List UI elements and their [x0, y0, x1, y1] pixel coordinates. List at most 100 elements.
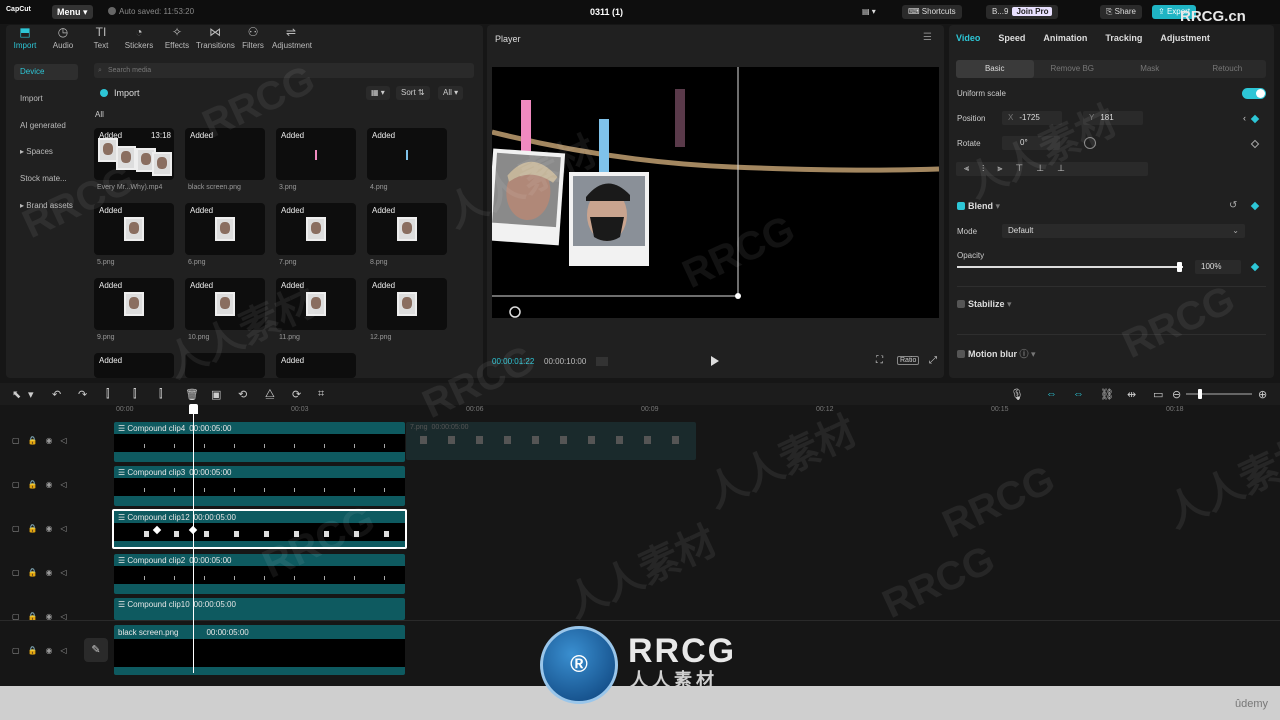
subtab-mask[interactable]: Mask [1111, 60, 1189, 78]
tab-effects[interactable]: ✧ Effects [158, 26, 196, 54]
track-select-icon[interactable]: ▢ [12, 524, 28, 533]
magnet-icon[interactable]: ⇔ [1046, 388, 1057, 400]
opacity-slider-track[interactable] [957, 266, 1183, 268]
player-menu-icon[interactable]: ☰ [923, 32, 932, 43]
zoom-slider[interactable] [1186, 393, 1252, 395]
lock-icon[interactable]: 🔒 [28, 524, 46, 533]
tab-filters[interactable]: ⚇ Filters [234, 26, 272, 54]
sidenav-item[interactable]: ▸ Brand assets [14, 198, 78, 214]
zoom-slider-knob[interactable] [1198, 389, 1202, 399]
filter-all-button[interactable]: All ▾ [438, 86, 464, 100]
link-icon[interactable]: ⇔ [1073, 388, 1084, 400]
sort-button[interactable]: Sort ⇅ [396, 86, 430, 100]
microphone-icon[interactable]: 🎙 [1010, 388, 1024, 401]
tab-audio[interactable]: ◷ Audio [44, 26, 82, 54]
zoom-out-icon[interactable]: ⊖ [1172, 388, 1181, 401]
audio-icon[interactable]: ◁ [61, 436, 75, 445]
motion-blur-section[interactable]: Motion blur ⓘ ▾ [957, 347, 1036, 360]
split-view-icon[interactable]: ⇹ [1127, 388, 1136, 401]
search-media-input[interactable]: ⌕ Search media [94, 63, 474, 78]
media-item[interactable] [185, 353, 265, 378]
tab-transitions[interactable]: ⋈ Transitions [196, 26, 235, 54]
menu-button[interactable]: Menu ▾ [52, 5, 93, 19]
media-item[interactable]: Added [185, 203, 265, 255]
stabilize-checkbox[interactable] [957, 300, 965, 308]
preview-canvas[interactable] [492, 67, 939, 318]
zoom-in-icon[interactable]: ⊕ [1258, 388, 1267, 401]
playhead-handle[interactable] [189, 404, 198, 414]
lock-icon[interactable]: 🔒 [28, 480, 46, 489]
tab-text[interactable]: TI Text [82, 26, 120, 54]
media-item[interactable]: Added 13:18 [94, 128, 174, 180]
inspector-tab-adjustment[interactable]: Adjustment [1160, 33, 1210, 43]
eye-icon[interactable]: ◉ [46, 568, 61, 577]
eye-icon[interactable]: ◉ [46, 524, 61, 533]
ratio-button[interactable]: Ratio [897, 356, 920, 365]
split-left-icon[interactable]: ⫿ [133, 388, 137, 401]
play-icon[interactable] [711, 356, 719, 366]
delete-icon[interactable]: 🗑 [185, 388, 199, 401]
sidenav-item[interactable]: AI generated [14, 118, 78, 134]
subtab-remove-bg[interactable]: Remove BG [1034, 60, 1112, 78]
track-controls[interactable]: ▢🔒◉◁ [12, 480, 75, 489]
split-right-icon[interactable]: ⫿ [159, 388, 163, 401]
sidenav-item[interactable]: Device [14, 64, 78, 80]
audio-icon[interactable]: ◁ [61, 646, 75, 655]
caption-icon[interactable]: ▭ [1153, 388, 1163, 401]
compound-clip[interactable]: ☰ Compound clip3 00:00:05:00 [114, 466, 405, 506]
uniform-scale-toggle[interactable] [1242, 88, 1266, 99]
reset-icon[interactable]: ↺ [1229, 200, 1237, 211]
blend-mode-select[interactable]: Default ⌄ [1002, 224, 1245, 238]
edit-cover-icon[interactable]: ✎ [84, 638, 108, 662]
split-icon[interactable]: ⫿ [106, 388, 110, 401]
compound-clip[interactable]: ☰ Compound clip2 00:00:05:00 [114, 554, 405, 594]
align-buttons[interactable]: ⫷⫶⫸⊤⊥⊥ [956, 162, 1148, 176]
join-pro-button[interactable]: Join Pro [1012, 7, 1053, 16]
position-x-field[interactable]: X -1725 [1002, 111, 1062, 125]
track-select-icon[interactable]: ▢ [12, 480, 28, 489]
inspector-tab-video[interactable]: Video [956, 33, 980, 43]
share-button[interactable]: ⎘ Share [1100, 5, 1142, 19]
main-track-clip[interactable]: black screen.png 00:00:05:00 [114, 625, 405, 675]
inspector-tab-speed[interactable]: Speed [998, 33, 1025, 43]
transform-handle[interactable] [735, 293, 741, 299]
shortcuts-button[interactable]: ⌨ Shortcuts [902, 5, 962, 19]
playhead[interactable] [193, 405, 194, 673]
prev-keyframe-icon[interactable]: ‹ [1243, 113, 1246, 123]
align-icons[interactable]: ⫷⫶⫸⊤⊥⊥ [964, 163, 1078, 174]
position-y-field[interactable]: Y 181 [1083, 111, 1143, 125]
media-item[interactable]: Added [185, 278, 265, 330]
eye-icon[interactable]: ◉ [46, 480, 61, 489]
rotate-dial-icon[interactable] [1084, 137, 1096, 149]
chevron-down-icon[interactable]: ▾ [28, 388, 34, 401]
account-button[interactable]: B...9 Join Pro [986, 5, 1059, 19]
eye-icon[interactable]: ◉ [46, 436, 61, 445]
audio-icon[interactable]: ◁ [61, 524, 75, 533]
blend-section[interactable]: Blend ▾ [957, 201, 1000, 212]
opacity-slider-knob[interactable] [1177, 262, 1182, 272]
lock-icon[interactable]: 🔒 [28, 646, 46, 655]
track-select-icon[interactable]: ▢ [12, 436, 28, 445]
opacity-field[interactable]: 100% [1195, 260, 1241, 274]
undo-icon[interactable]: ↶ [52, 388, 61, 401]
lock-icon[interactable]: 🔒 [28, 568, 46, 577]
fullscreen-icon[interactable]: ⤢ [929, 355, 937, 366]
media-item[interactable]: Added [94, 278, 174, 330]
media-item[interactable]: Added [185, 128, 265, 180]
media-item[interactable]: Added [94, 353, 174, 378]
crop-icon[interactable]: ⌗ [318, 388, 324, 401]
lock-icon[interactable]: 🔒 [28, 436, 46, 445]
audio-icon[interactable]: ◁ [61, 480, 75, 489]
inspector-tab-animation[interactable]: Animation [1043, 33, 1087, 43]
mirror-icon[interactable]: ⧋ [265, 388, 275, 401]
motion-blur-checkbox[interactable] [957, 350, 965, 358]
rotate-icon[interactable]: ⟳ [292, 388, 301, 401]
track-controls[interactable]: ▢🔒◉◁ [12, 524, 75, 533]
sidenav-item[interactable]: Stock mate... [14, 171, 78, 187]
media-item[interactable]: Added [276, 353, 356, 378]
eye-icon[interactable]: ◉ [46, 646, 61, 655]
freeze-icon[interactable]: ▣ [211, 388, 221, 401]
media-item[interactable]: Added [367, 203, 447, 255]
view-toggle[interactable]: ▦ ▾ [366, 86, 390, 100]
timeline-ruler[interactable] [114, 405, 1280, 419]
